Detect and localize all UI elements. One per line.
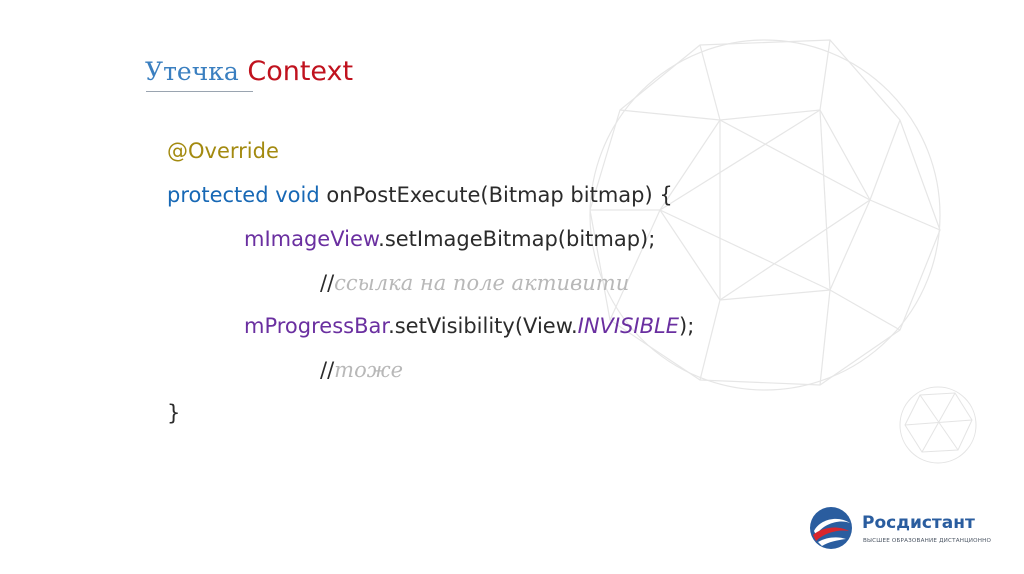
code-constant-invisible: INVISIBLE [577,314,679,338]
code-annotation: @Override [167,139,279,163]
code-signature-rest: onPostExecute(Bitmap bitmap) { [326,183,673,207]
code-comment-1: //ссылка на поле активити [320,270,629,296]
slide-title: Утечка Context [145,56,353,87]
title-underline [146,91,253,92]
code-line-set-visibility: mProgressBar.setVisibility(View.INVISIBL… [244,313,694,339]
code-closing-brace: } [167,401,181,425]
code-call-set-image: .setImageBitmap(bitmap); [378,227,656,251]
code-call-end: ); [679,314,695,338]
comment-slashes: // [320,271,335,295]
comment-slashes: // [320,358,335,382]
code-method-signature: protected void onPostExecute(Bitmap bitm… [167,182,673,208]
globe-swirl-icon [810,507,852,549]
logo-name: Росдистант [862,513,975,533]
comment-text: тоже [334,358,404,382]
code-keywords: protected void [167,183,320,207]
comment-text: ссылка на поле активити [334,271,630,295]
code-line-set-image: mImageView.setImageBitmap(bitmap); [244,226,655,252]
title-word-en: Context [247,56,354,87]
title-word-ru: Утечка [145,57,239,86]
rosdistant-logo: Росдистант ВЫСШЕЕ ОБРАЗОВАНИЕ ДИСТАНЦИОН… [808,505,998,557]
code-comment-2: //тоже [320,357,403,383]
code-field-image-view: mImageView [244,227,379,251]
code-field-progress-bar: mProgressBar [244,314,389,338]
logo-tagline: ВЫСШЕЕ ОБРАЗОВАНИЕ ДИСТАНЦИОННО [863,538,992,544]
code-call-set-visibility: .setVisibility(View. [388,314,578,338]
